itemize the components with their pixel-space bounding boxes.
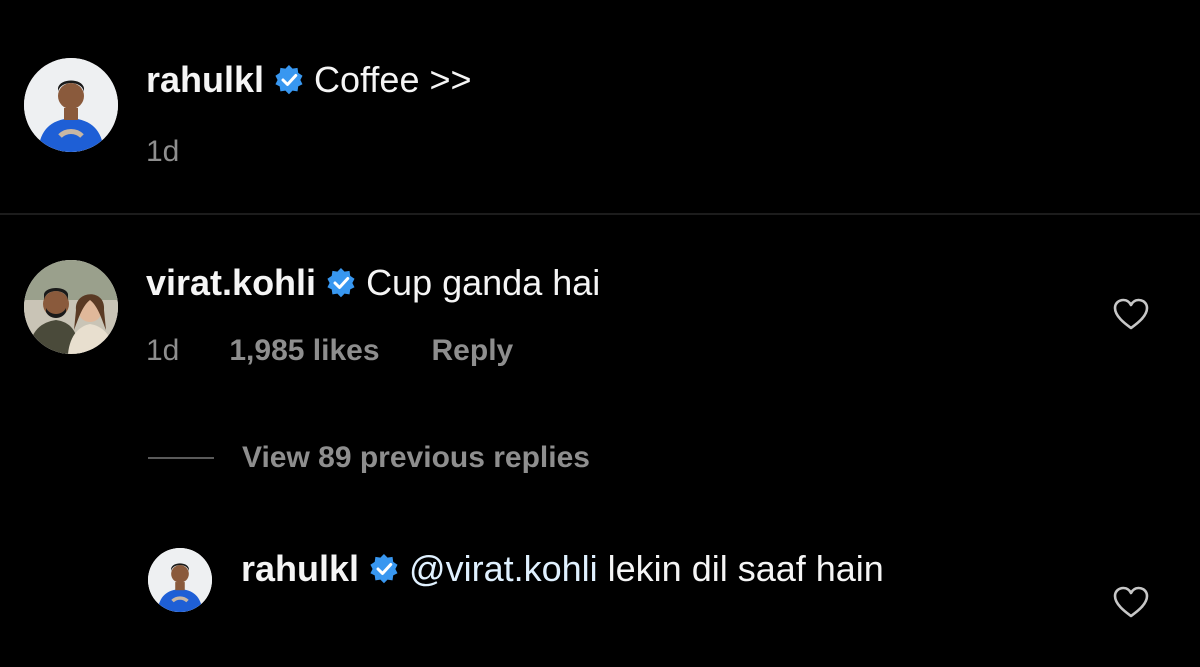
divider [0, 213, 1200, 215]
replies-divider-line [148, 457, 214, 459]
comment-text: Cup ganda hai [366, 262, 601, 303]
avatar-virat-kohli[interactable] [24, 260, 118, 354]
likes-count[interactable]: 1,985 likes [229, 333, 379, 369]
comment-meta: 1d [146, 134, 179, 170]
comment-timestamp: 1d [146, 135, 180, 168]
comment-timestamp: 1d [146, 334, 180, 367]
reply-button[interactable]: Reply [432, 333, 514, 369]
reply-line: rahulkl @virat.kohli lekin dil saaf hain [241, 547, 884, 591]
view-previous-replies[interactable]: View 89 previous replies [148, 440, 590, 476]
comment-line: virat.kohli Cup ganda hai [146, 261, 600, 305]
comment-line: rahulkl Coffee >> [146, 58, 472, 102]
heart-outline-icon[interactable] [1113, 586, 1149, 618]
comment-meta: 1d 1,985 likes Reply [146, 333, 513, 369]
username[interactable]: virat.kohli [146, 261, 316, 305]
username[interactable]: rahulkl [146, 58, 264, 102]
comments-screen: rahulkl Coffee >> 1d virat.kohli Cup gan… [0, 0, 1200, 667]
verified-badge-icon [274, 65, 304, 95]
heart-outline-icon[interactable] [1113, 298, 1149, 330]
avatar-rahulkl[interactable] [24, 58, 118, 152]
mention-link[interactable]: @virat.kohli [409, 547, 598, 591]
verified-badge-icon [369, 554, 399, 584]
reply-text: lekin dil saaf hain [597, 548, 884, 589]
avatar-rahulkl-reply[interactable] [148, 548, 212, 612]
comment-text: Coffee >> [314, 59, 472, 100]
view-replies-label: View 89 previous replies [242, 441, 590, 474]
username[interactable]: rahulkl [241, 547, 359, 591]
verified-badge-icon [326, 268, 356, 298]
